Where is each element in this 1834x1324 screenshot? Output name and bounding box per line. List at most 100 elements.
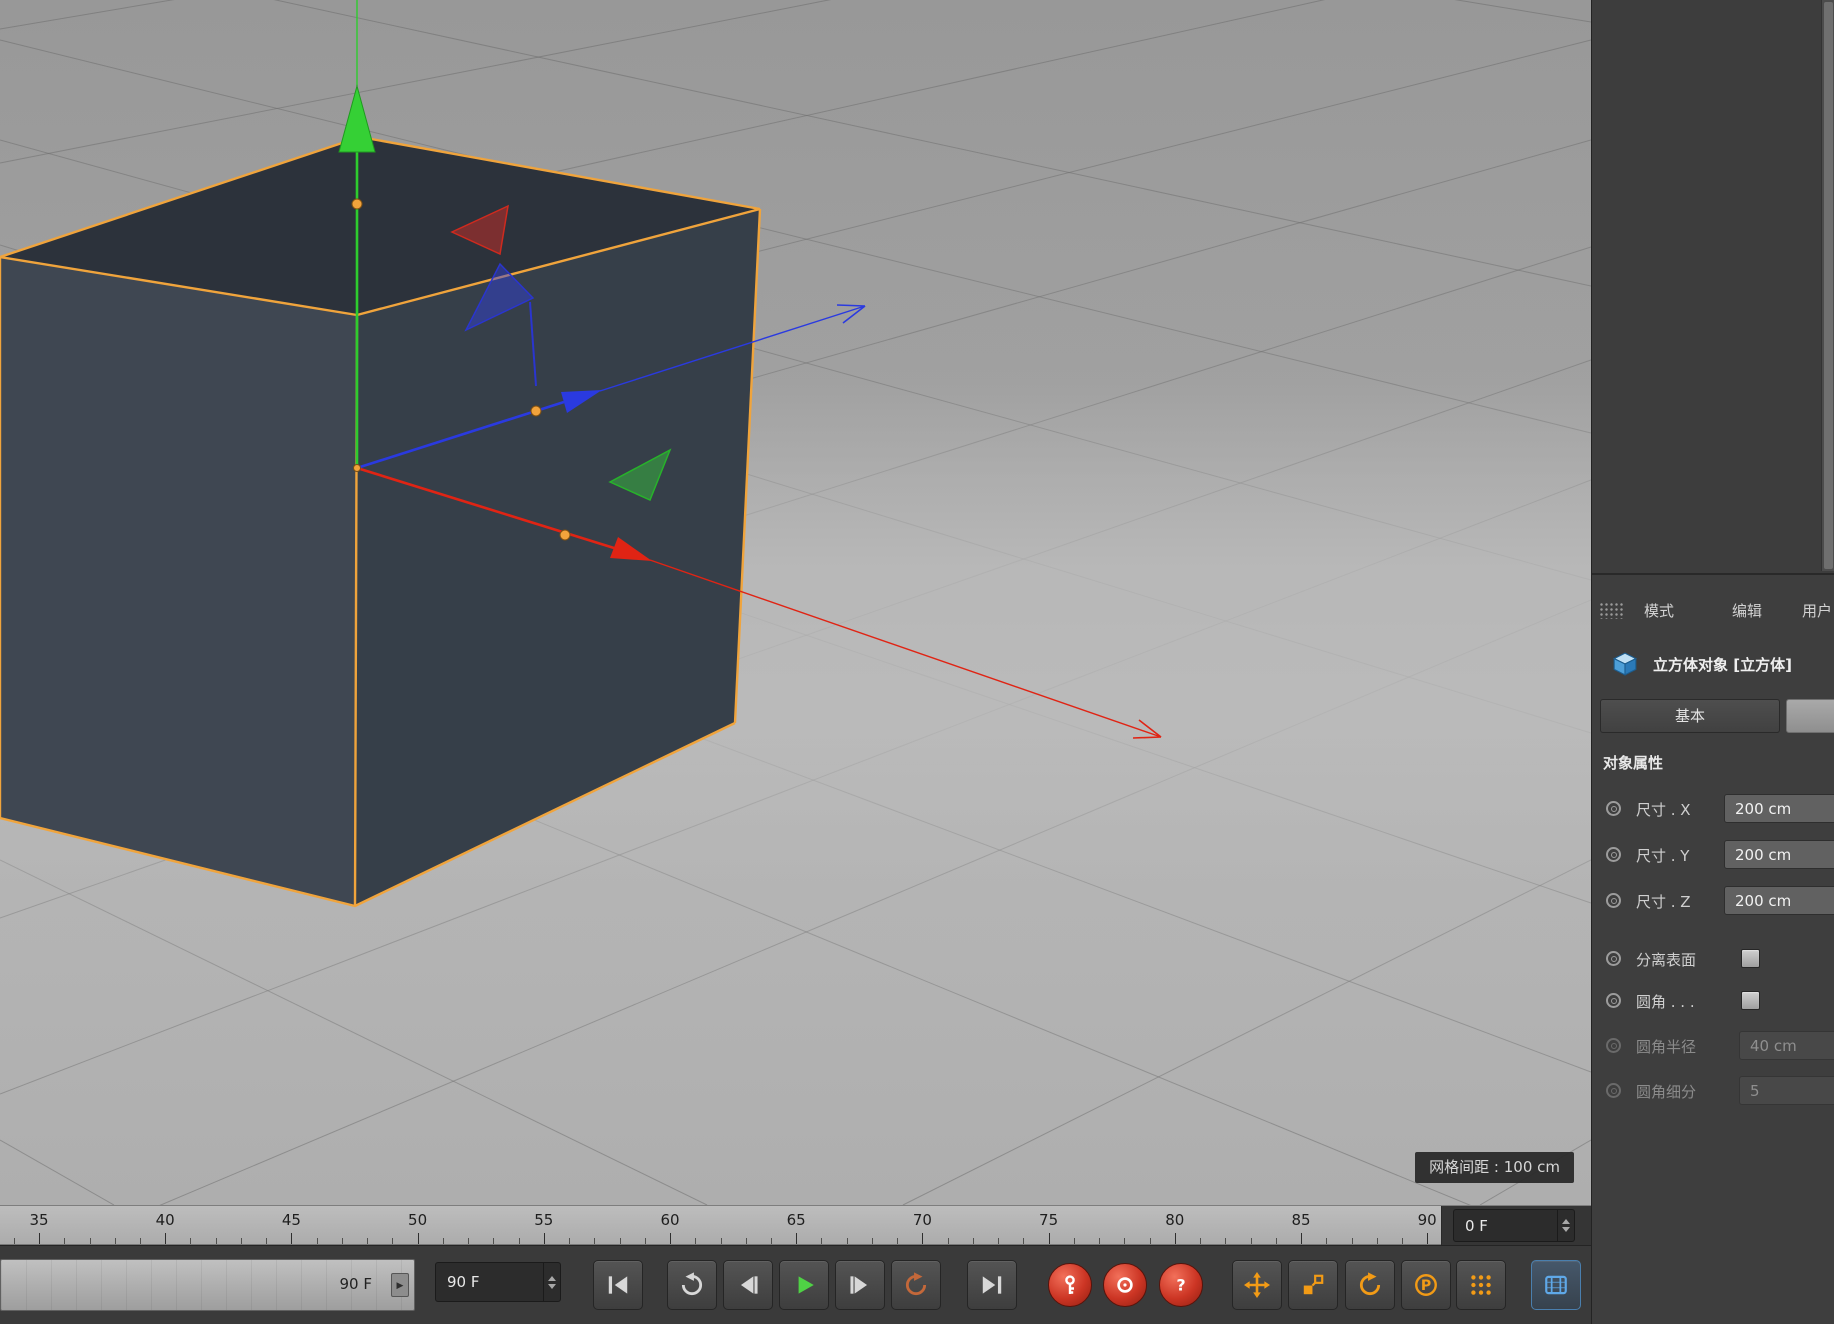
ruler-tick (341, 1238, 343, 1244)
viewport-3d[interactable]: 网格间距 : 100 cm (0, 0, 1591, 1205)
loop-button[interactable] (891, 1260, 941, 1310)
ruler-tick (291, 1233, 293, 1244)
ruler-tick (240, 1238, 242, 1244)
animate-scale-toggle[interactable] (1288, 1260, 1338, 1310)
question-icon: ? (1176, 1276, 1185, 1295)
drag-handle-icon[interactable] (1599, 602, 1623, 619)
ruler-label: 75 (1039, 1211, 1059, 1229)
attributes-empty-area (1592, 0, 1834, 575)
next-frame-button[interactable] (835, 1260, 885, 1310)
menu-item-mode[interactable]: 模式 (1644, 600, 1674, 621)
ruler-tick (190, 1238, 192, 1244)
ruler-label: 55 (534, 1211, 554, 1229)
property-row-fillet-subdivision: 圆角细分 5 (1592, 1072, 1834, 1110)
tab-basic[interactable]: 基本 (1600, 699, 1780, 733)
ruler-tick (1376, 1238, 1378, 1244)
ruler-tick (266, 1238, 268, 1244)
property-row-size-x: 尺寸 . X 200 cm (1592, 790, 1834, 828)
ruler-label: 60 (660, 1211, 680, 1229)
timeline-ruler[interactable]: 35 40 45 50 55 60 65 70 75 80 85 90 0 F (0, 1205, 1591, 1245)
ruler-tick (1048, 1233, 1050, 1244)
size-z-label: 尺寸 . Z (1636, 893, 1691, 911)
ruler-tick (392, 1238, 394, 1244)
ruler-tick (114, 1238, 116, 1244)
checkbox-separate-surfaces[interactable] (1741, 949, 1760, 968)
ruler-tick (972, 1238, 974, 1244)
timeline-ruler-scale[interactable]: 35 40 45 50 55 60 65 70 75 80 85 90 (0, 1206, 1441, 1245)
tab-next-partial[interactable] (1786, 699, 1834, 733)
ruler-tick (518, 1238, 520, 1244)
size-x-input[interactable]: 200 cm (1724, 794, 1834, 823)
keyframe-dot-icon[interactable] (1606, 993, 1621, 1008)
timeline-window-button[interactable] (1531, 1260, 1581, 1310)
spinner-arrows[interactable] (1557, 1210, 1574, 1241)
grid-spacing-label: 网格间距 : 100 cm (1415, 1152, 1574, 1183)
cube-left-face[interactable] (0, 257, 357, 906)
move-axes-icon (1244, 1272, 1270, 1298)
ruler-label: 65 (786, 1211, 806, 1229)
point-grid-icon (1471, 1275, 1491, 1295)
keyframe-dot-icon (1606, 1038, 1621, 1053)
fillet-subdivision-label: 圆角细分 (1636, 1083, 1697, 1101)
goto-end-button[interactable] (967, 1260, 1017, 1310)
ruler-tick (1427, 1233, 1429, 1244)
spin-down-icon[interactable] (1562, 1227, 1570, 1232)
spinner-arrows[interactable] (543, 1263, 560, 1301)
timeline-range-slider[interactable]: 90 F ▶ (0, 1259, 415, 1311)
rotate-icon (1359, 1272, 1381, 1296)
scrollbar-thumb[interactable] (1824, 2, 1833, 569)
ruler-tick (468, 1238, 470, 1244)
ruler-tick (316, 1238, 318, 1244)
animate-pla-toggle[interactable] (1456, 1260, 1506, 1310)
size-z-input[interactable]: 200 cm (1724, 886, 1834, 915)
attributes-scrollbar[interactable] (1821, 0, 1834, 571)
keyframe-dot-icon[interactable] (1606, 801, 1621, 816)
frame-field-value: 90 F (447, 1273, 480, 1291)
spin-up-icon[interactable] (1562, 1219, 1570, 1224)
keyframe-dot-icon[interactable] (1606, 951, 1621, 966)
object-header-row: 立方体对象 [立方体] (1592, 645, 1834, 685)
ruler-tick (846, 1238, 848, 1244)
goto-start-button[interactable] (593, 1260, 643, 1310)
animate-position-toggle[interactable] (1232, 1260, 1282, 1310)
keyframe-options-button[interactable]: ? (1159, 1263, 1203, 1307)
key-icon (1065, 1275, 1075, 1294)
ruler-tick (165, 1233, 167, 1244)
ruler-tick (140, 1238, 141, 1244)
keyframe-dot-icon[interactable] (1606, 847, 1621, 862)
spin-up-icon[interactable] (548, 1275, 556, 1281)
ruler-tick (619, 1238, 621, 1244)
keyframe-dot-icon[interactable] (1606, 893, 1621, 908)
menu-item-user[interactable]: 用户 (1802, 600, 1832, 621)
ruler-tick (1402, 1238, 1403, 1244)
menu-item-edit[interactable]: 编辑 (1732, 600, 1762, 621)
autokey-button[interactable] (1103, 1263, 1147, 1307)
animate-parameters-toggle[interactable]: P (1401, 1260, 1451, 1310)
ruler-label: 80 (1165, 1211, 1185, 1229)
spin-down-icon[interactable] (548, 1283, 556, 1289)
checkbox-fillet[interactable] (1741, 991, 1760, 1010)
record-keyframe-button[interactable] (1048, 1263, 1092, 1307)
separate-surfaces-label: 分离表面 (1636, 951, 1697, 969)
size-y-input[interactable]: 200 cm (1724, 840, 1834, 869)
frame-field-spinner[interactable]: 90 F (435, 1262, 561, 1302)
filmstrip-icon (1545, 1275, 1567, 1295)
ruler-tick (594, 1238, 596, 1244)
play-reverse-button[interactable] (667, 1260, 717, 1310)
property-row-size-z: 尺寸 . Z 200 cm (1592, 882, 1834, 920)
animate-rotation-toggle[interactable] (1345, 1260, 1395, 1310)
prev-frame-button[interactable] (723, 1260, 773, 1310)
range-end-label: 90 F (339, 1275, 372, 1293)
ruler-tick (13, 1238, 15, 1244)
ruler-tick (745, 1238, 747, 1244)
current-frame-spinner[interactable]: 0 F (1453, 1209, 1575, 1242)
ruler-tick (1073, 1238, 1075, 1244)
ruler-tick (1099, 1238, 1101, 1244)
ruler-tick (39, 1233, 40, 1244)
play-button[interactable] (779, 1260, 829, 1310)
ruler-label: 45 (281, 1211, 301, 1229)
ruler-tick (998, 1238, 1000, 1244)
range-end-grip[interactable]: ▶ (391, 1273, 409, 1297)
viewport-canvas[interactable] (0, 0, 1591, 1205)
section-header-object-properties: 对象属性 (1603, 754, 1664, 772)
